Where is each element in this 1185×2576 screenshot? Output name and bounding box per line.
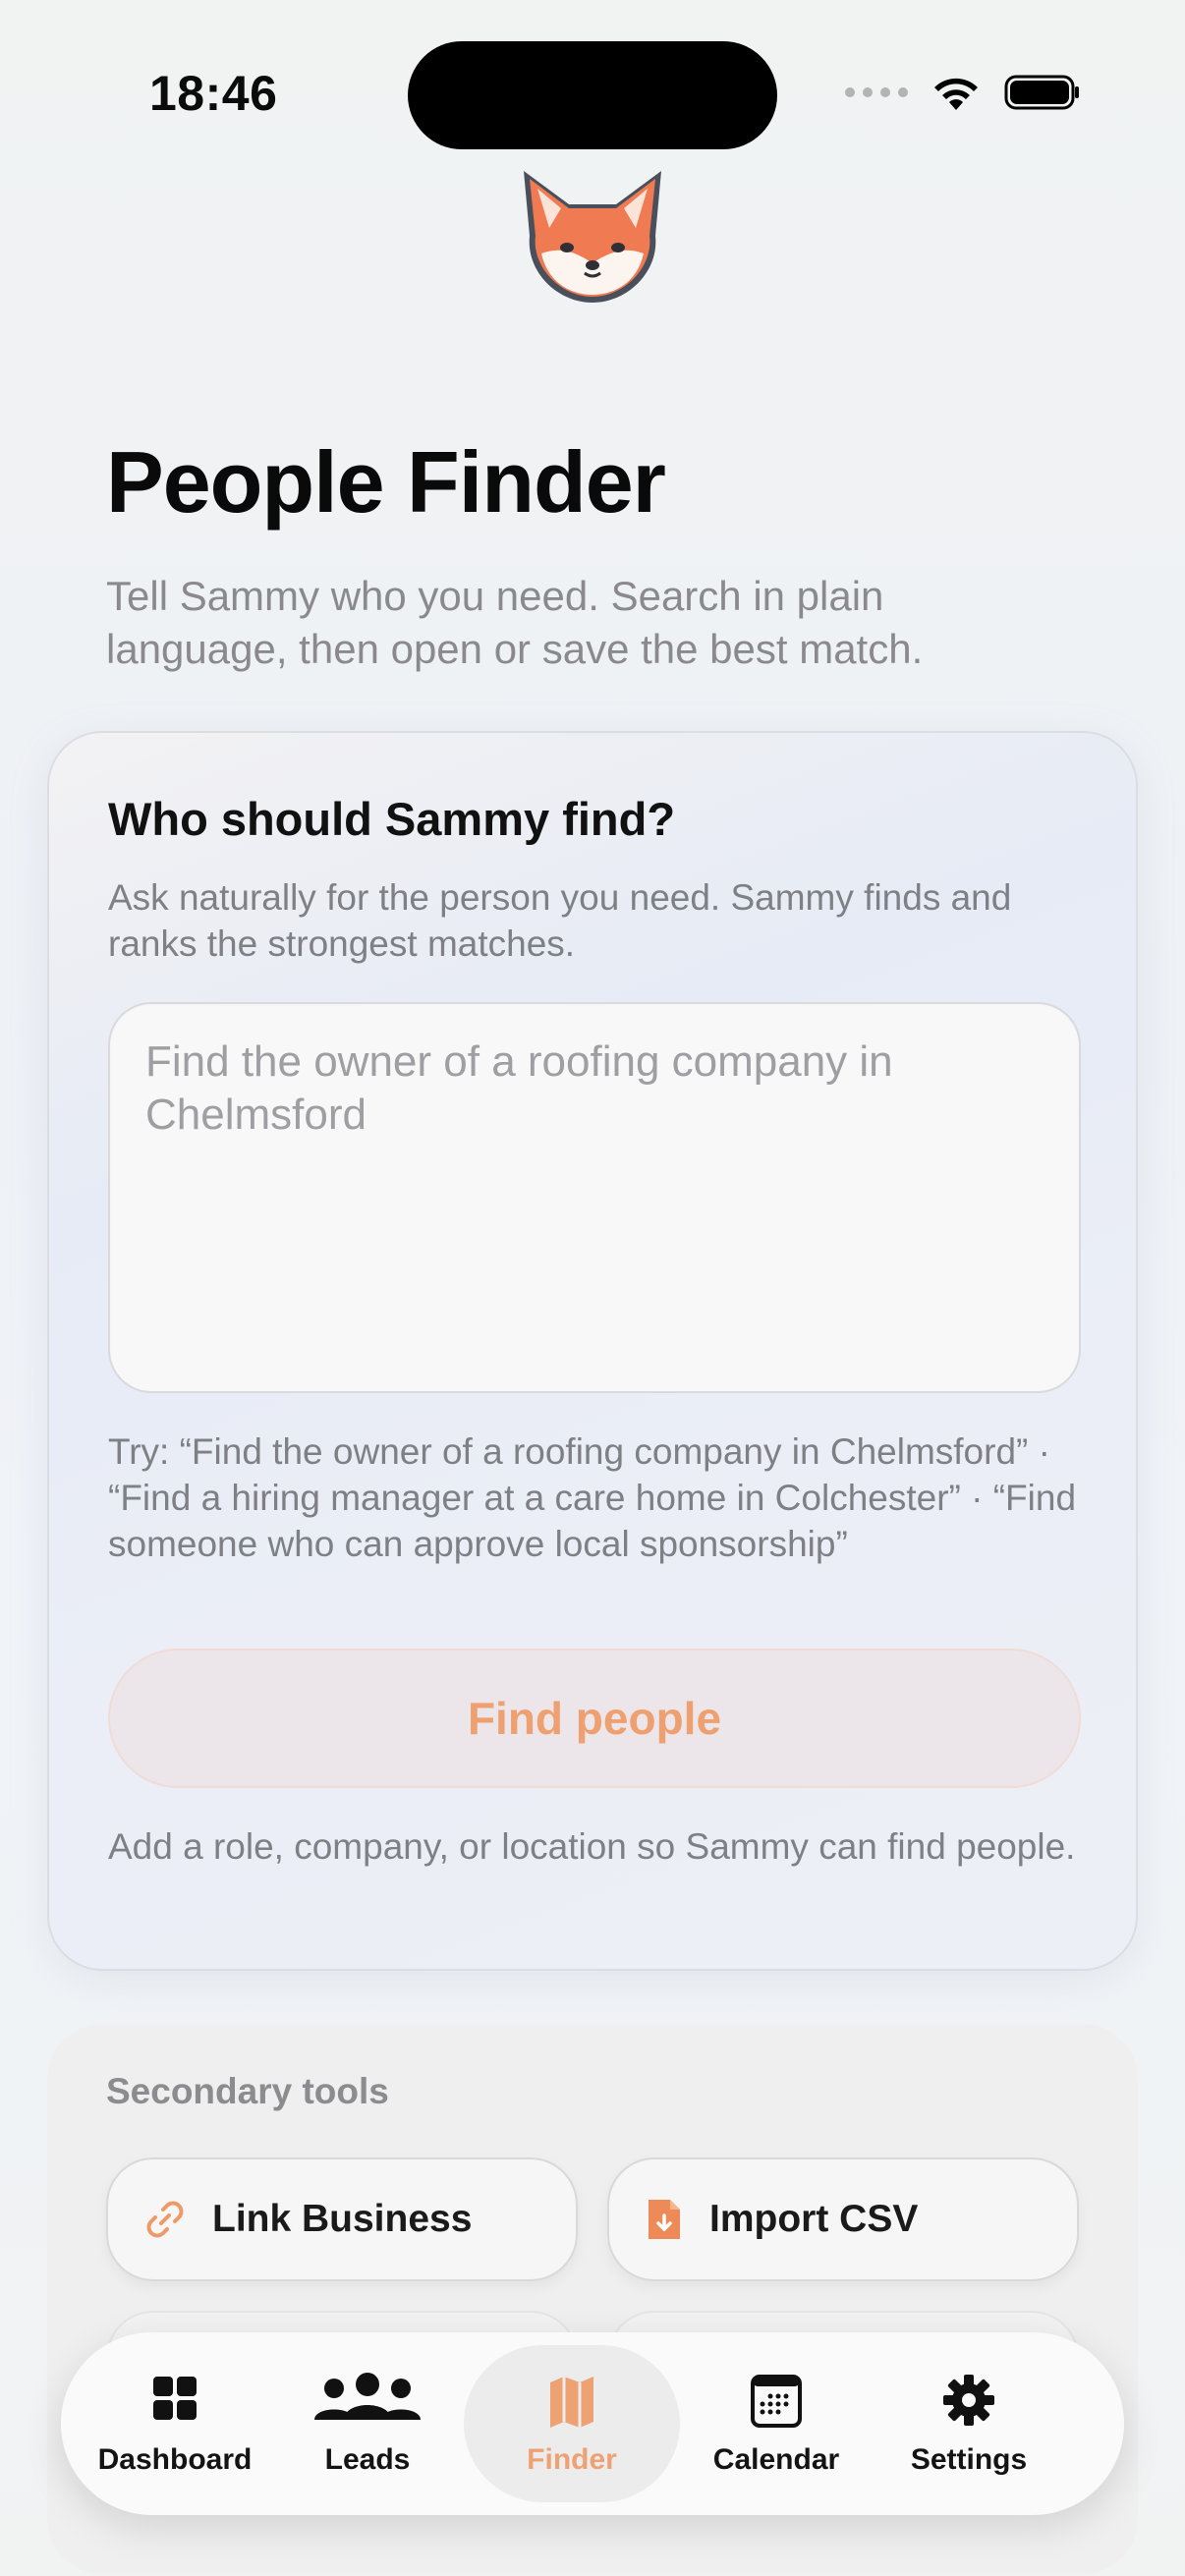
page-subtitle: Tell Sammy who you need. Search in plain… (106, 573, 924, 672)
status-time: 18:46 (149, 66, 278, 121)
link-business-button[interactable]: Link Business (106, 2157, 578, 2281)
tab-settings[interactable]: Settings (873, 2345, 1065, 2502)
dynamic-island (408, 41, 777, 149)
finder-card: Who should Sammy find? Ask naturally for… (47, 731, 1138, 1971)
cellular-signal-icon (845, 87, 908, 97)
tab-bar: Dashboard Leads Finder Calendar Settings (61, 2332, 1124, 2515)
tab-finder[interactable]: Finder (464, 2345, 680, 2502)
tab-dashboard-label: Dashboard (97, 2443, 253, 2476)
find-people-button[interactable]: Find people (108, 1649, 1081, 1788)
import-csv-button[interactable]: Import CSV (607, 2157, 1079, 2281)
finder-card-title: Who should Sammy find? (108, 793, 676, 845)
tab-dashboard[interactable]: Dashboard (79, 2345, 271, 2502)
link-icon (146, 2201, 184, 2238)
tab-settings-label: Settings (910, 2443, 1028, 2476)
grid-icon (153, 2377, 197, 2420)
import-csv-label: Import CSV (709, 2198, 919, 2240)
fox-logo-icon (524, 171, 661, 303)
gear-icon (943, 2375, 994, 2426)
tab-calendar-label: Calendar (712, 2443, 840, 2476)
battery-icon (1004, 75, 1079, 110)
tab-calendar[interactable]: Calendar (680, 2345, 873, 2502)
example-queries: Try: “Find the owner of a roofing compan… (108, 1431, 1077, 1564)
secondary-tools-title: Secondary tools (106, 2071, 389, 2111)
status-indicators (845, 73, 1081, 112)
link-business-label: Link Business (212, 2198, 473, 2240)
map-icon (550, 2377, 593, 2428)
search-query-input[interactable] (108, 1002, 1081, 1393)
wifi-icon (934, 78, 978, 110)
tab-leads-label: Leads (324, 2443, 411, 2476)
helper-text: Add a role, company, or location so Samm… (108, 1826, 1076, 1867)
people-icon (314, 2373, 421, 2420)
tab-finder-label: Finder (527, 2443, 617, 2476)
finder-card-description: Ask naturally for the person you need. S… (108, 877, 1012, 964)
tab-leads[interactable]: Leads (271, 2345, 464, 2502)
calendar-icon (751, 2375, 802, 2428)
page-title: People Finder (106, 433, 666, 531)
file-import-icon (649, 2200, 680, 2239)
